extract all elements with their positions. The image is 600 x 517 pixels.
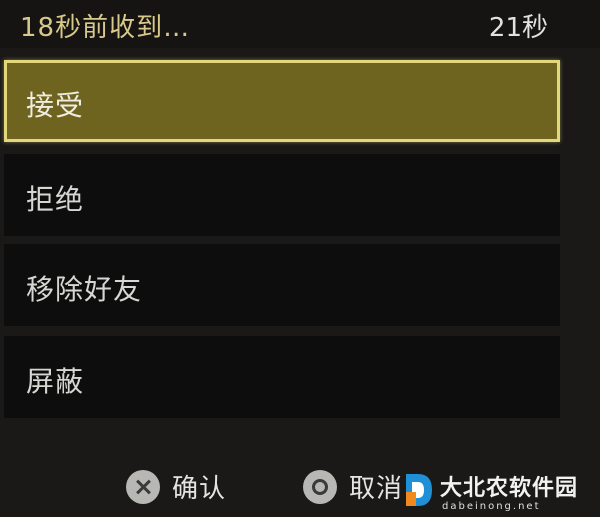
- watermark-logo-icon: [406, 474, 432, 506]
- menu-item-label: 接受: [26, 89, 85, 122]
- circle-button-icon: [303, 469, 337, 504]
- watermark-domain: dabeinong.net: [442, 501, 541, 512]
- countdown-timer: 21秒: [488, 13, 548, 43]
- menu-item-block[interactable]: 屏蔽: [4, 336, 560, 418]
- watermark-name: 大北农软件园: [440, 476, 579, 501]
- menu-item-remove-friend[interactable]: 移除好友: [4, 244, 560, 326]
- menu-item-label: 移除好友: [26, 273, 143, 306]
- menu-item-accept[interactable]: 接受: [4, 60, 560, 142]
- menu-item-reject[interactable]: 拒绝: [4, 154, 560, 236]
- cancel-label: 取消: [349, 474, 404, 504]
- menu-item-label: 屏蔽: [26, 365, 85, 398]
- received-message-text: 18秒前收到…: [20, 13, 191, 43]
- menu-item-label: 拒绝: [26, 183, 85, 216]
- notification-header: 18秒前收到… 21秒: [0, 0, 600, 48]
- confirm-hint[interactable]: 确认: [126, 468, 226, 505]
- cancel-hint[interactable]: 取消: [303, 468, 403, 505]
- site-watermark: 大北农软件园 dabeinong.net: [402, 470, 600, 517]
- cross-button-icon: [126, 469, 160, 504]
- confirm-label: 确认: [172, 474, 227, 504]
